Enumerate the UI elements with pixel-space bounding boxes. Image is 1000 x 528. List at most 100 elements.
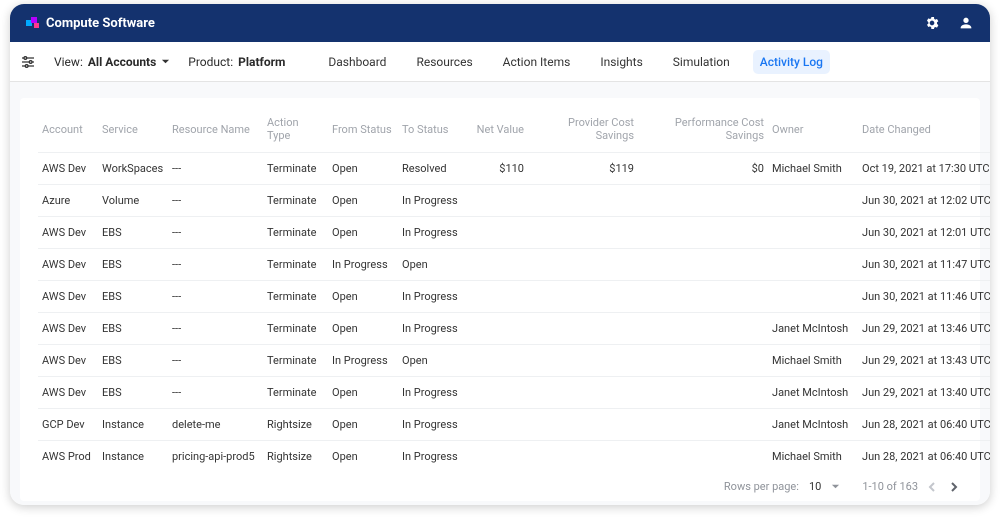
pagination-bar: Rows per page: 10 1-10 of 163	[38, 472, 962, 495]
table-row[interactable]: AWS DevEBS---TerminateOpenIn ProgressJan…	[38, 377, 990, 409]
cell-perf	[638, 409, 768, 441]
view-value: All Accounts	[88, 55, 156, 69]
product-selector[interactable]: Product: Platform	[188, 55, 285, 69]
col-action-type[interactable]: Action Type	[263, 108, 328, 153]
cell-net	[468, 377, 528, 409]
view-selector[interactable]: View: All Accounts	[54, 55, 170, 69]
tab-resources[interactable]: Resources	[409, 50, 479, 74]
table-row[interactable]: AWS DevEBS---TerminateOpenIn ProgressJan…	[38, 313, 990, 345]
product-value: Platform	[238, 55, 285, 69]
brand-logo-icon	[26, 16, 40, 30]
cell-net: $110	[468, 153, 528, 185]
cell-account: AWS Dev	[38, 345, 98, 377]
col-provider-cost-savings[interactable]: Provider Cost Savings	[528, 108, 638, 153]
table-row[interactable]: AWS DevEBS---TerminateOpenIn ProgressJun…	[38, 217, 990, 249]
table-row[interactable]: AWS DevEBS---TerminateIn ProgressOpenJun…	[38, 249, 990, 281]
tab-simulation[interactable]: Simulation	[666, 50, 737, 74]
cell-resource: ---	[168, 377, 263, 409]
cell-perf	[638, 217, 768, 249]
cell-to: In Progress	[398, 441, 468, 473]
cell-from: Open	[328, 313, 398, 345]
table-row[interactable]: AWS ProdInstancepricing-api-prod5Rightsi…	[38, 441, 990, 473]
cell-resource: ---	[168, 345, 263, 377]
cell-action: Terminate	[263, 249, 328, 281]
col-resource-name[interactable]: Resource Name	[168, 108, 263, 153]
col-date-changed[interactable]: Date Changed	[858, 108, 990, 153]
cell-provider: $119	[528, 153, 638, 185]
cell-action: Terminate	[263, 217, 328, 249]
cell-date: Jun 28, 2021 at 06:40 UTC	[858, 441, 990, 473]
table-row[interactable]: AWS DevEBS---TerminateIn ProgressOpenMic…	[38, 345, 990, 377]
cell-account: AWS Prod	[38, 441, 98, 473]
app-window: Compute Software View: All Accounts Prod…	[10, 4, 990, 505]
cell-provider	[528, 313, 638, 345]
brand-block: Compute Software	[26, 16, 155, 31]
tab-action-items[interactable]: Action Items	[496, 50, 578, 74]
cell-account: GCP Dev	[38, 409, 98, 441]
activity-table: AccountServiceResource NameAction TypeFr…	[38, 108, 990, 472]
table-row[interactable]: GCP DevInstancedelete-meRightsizeOpenIn …	[38, 409, 990, 441]
cell-action: Rightsize	[263, 409, 328, 441]
prev-page-button[interactable]	[928, 482, 938, 492]
tab-activity-log[interactable]: Activity Log	[753, 50, 830, 74]
brand-name: Compute Software	[46, 16, 155, 31]
cell-provider	[528, 185, 638, 217]
table-row[interactable]: AWS DevWorkSpaces---TerminateOpenResolve…	[38, 153, 990, 185]
cell-service: EBS	[98, 377, 168, 409]
cell-to: Open	[398, 249, 468, 281]
cell-to: Open	[398, 345, 468, 377]
table-row[interactable]: AWS DevEBS---TerminateOpenIn ProgressJun…	[38, 281, 990, 313]
cell-provider	[528, 249, 638, 281]
filter-toggle-icon[interactable]	[20, 54, 36, 70]
cell-perf	[638, 345, 768, 377]
cell-date: Jun 30, 2021 at 11:46 UTC	[858, 281, 990, 313]
page-range: 1-10 of 163	[862, 480, 918, 493]
rows-per-page[interactable]: Rows per page: 10	[724, 480, 840, 493]
col-owner[interactable]: Owner	[768, 108, 858, 153]
cell-owner	[768, 217, 858, 249]
tab-dashboard[interactable]: Dashboard	[321, 50, 393, 74]
cell-date: Jun 28, 2021 at 06:40 UTC	[858, 409, 990, 441]
content-area: AccountServiceResource NameAction TypeFr…	[10, 82, 990, 505]
cell-account: AWS Dev	[38, 313, 98, 345]
cell-to: In Progress	[398, 377, 468, 409]
cell-owner: Janet McIntosh	[768, 313, 858, 345]
cell-date: Jun 29, 2021 at 13:43 UTC	[858, 345, 990, 377]
cell-provider	[528, 441, 638, 473]
cell-perf	[638, 281, 768, 313]
cell-service: EBS	[98, 217, 168, 249]
cell-perf	[638, 441, 768, 473]
cell-service: WorkSpaces	[98, 153, 168, 185]
cell-provider	[528, 409, 638, 441]
cell-resource: ---	[168, 217, 263, 249]
cell-net	[468, 249, 528, 281]
tab-insights[interactable]: Insights	[593, 50, 649, 74]
col-account[interactable]: Account	[38, 108, 98, 153]
col-to-status[interactable]: To Status	[398, 108, 468, 153]
nav-bar: View: All Accounts Product: Platform Das…	[10, 42, 990, 82]
next-page-button[interactable]	[948, 482, 958, 492]
cell-owner	[768, 249, 858, 281]
cell-service: EBS	[98, 249, 168, 281]
cell-action: Terminate	[263, 153, 328, 185]
user-icon[interactable]	[958, 15, 974, 31]
col-performance-cost-savings[interactable]: Performance Cost Savings	[638, 108, 768, 153]
cell-net	[468, 217, 528, 249]
cell-owner: Michael Smith	[768, 153, 858, 185]
col-from-status[interactable]: From Status	[328, 108, 398, 153]
cell-resource: ---	[168, 153, 263, 185]
col-service[interactable]: Service	[98, 108, 168, 153]
col-net-value[interactable]: Net Value	[468, 108, 528, 153]
gear-icon[interactable]	[924, 15, 940, 31]
cell-service: Volume	[98, 185, 168, 217]
table-row[interactable]: AzureVolume---TerminateOpenIn ProgressJu…	[38, 185, 990, 217]
cell-to: In Progress	[398, 217, 468, 249]
cell-action: Terminate	[263, 281, 328, 313]
cell-owner	[768, 185, 858, 217]
view-label: View:	[54, 55, 83, 69]
cell-action: Terminate	[263, 185, 328, 217]
cell-service: EBS	[98, 281, 168, 313]
cell-service: Instance	[98, 409, 168, 441]
cell-account: Azure	[38, 185, 98, 217]
cell-account: AWS Dev	[38, 377, 98, 409]
